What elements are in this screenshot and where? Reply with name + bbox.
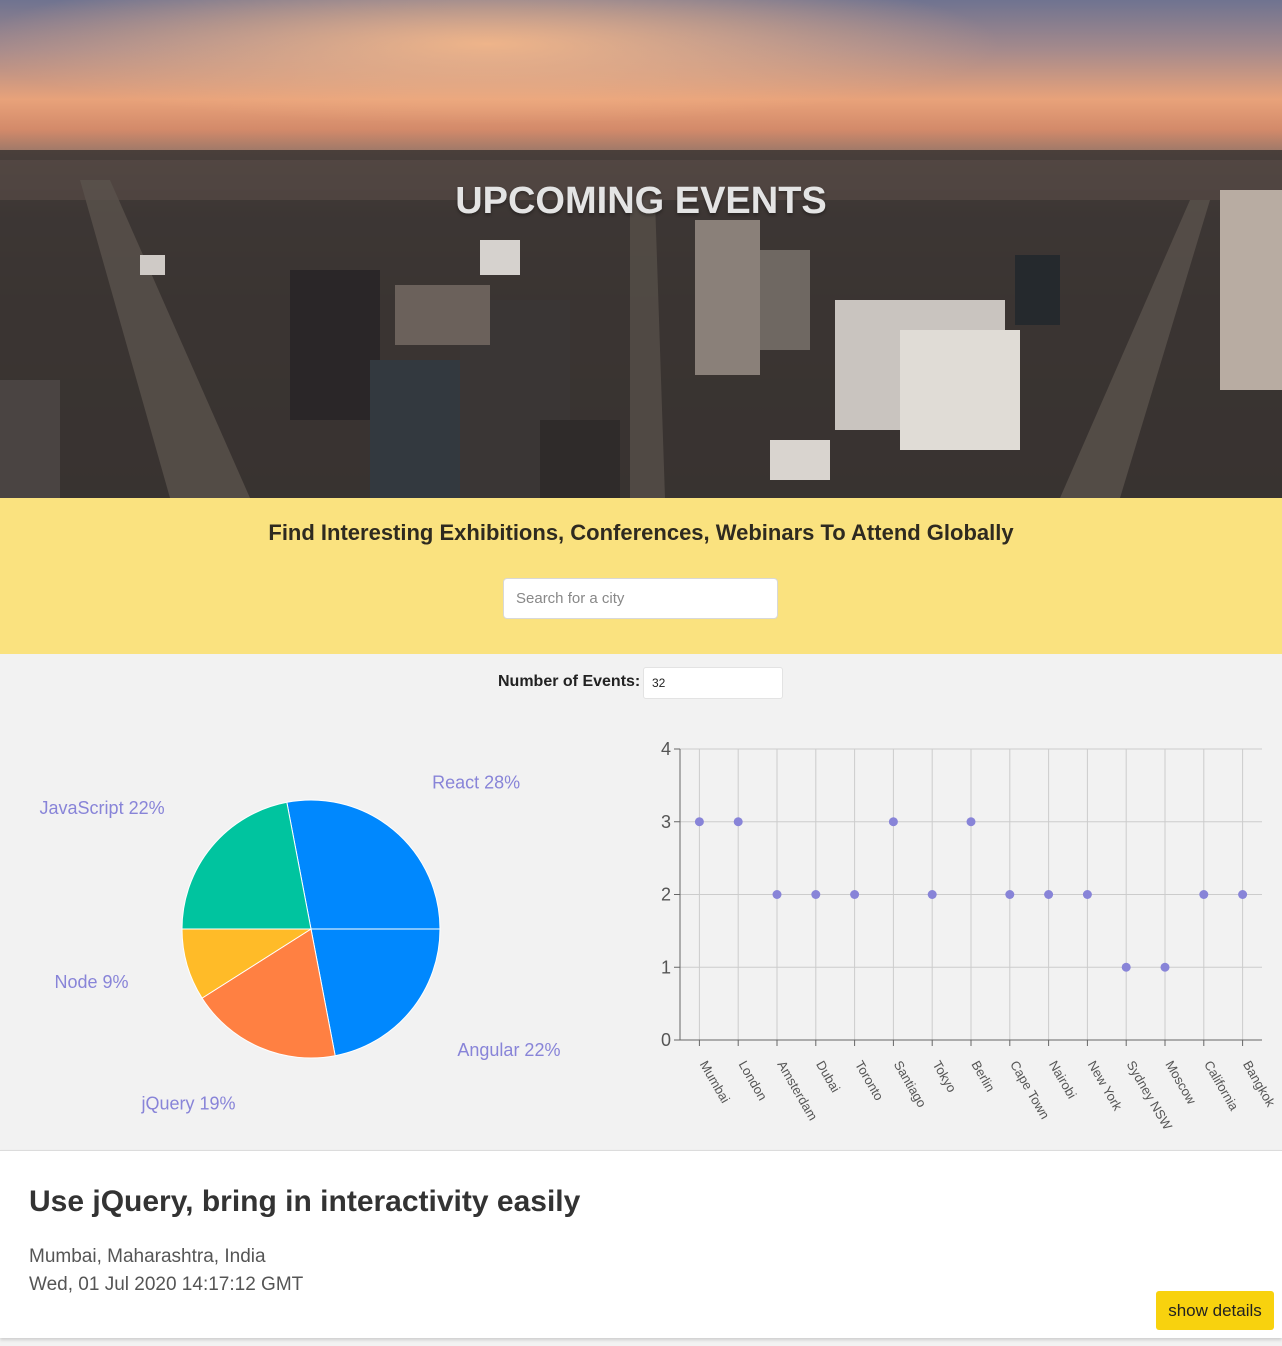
tick-label-x: New York (1085, 1058, 1126, 1113)
scatter-point-mumbai[interactable] (694, 817, 704, 827)
scatter-point-london[interactable] (733, 817, 743, 827)
scatter-point-moscow[interactable] (1160, 962, 1170, 972)
pie-label-react: React 28% (432, 773, 520, 793)
tagline: Find Interesting Exhibitions, Conference… (268, 520, 1014, 545)
tick-label-x: Toronto (852, 1058, 887, 1103)
topic-pie-chart: React 28% Angular 22% jQuery 19% Node 9% Jav… (40, 773, 561, 1114)
scatter-point-dubai[interactable] (811, 890, 821, 899)
page-title: UPCOMING EVENTS (455, 180, 827, 222)
tick-label-x: Cape Town (1007, 1058, 1052, 1122)
scatter-point-sydney-nsw[interactable] (1121, 962, 1131, 972)
tick-label-x: Mumbai (697, 1058, 733, 1106)
tick-label-y: 3 (661, 812, 671, 832)
tick-label-x: Tokyo (930, 1058, 960, 1095)
scatter-point-toronto[interactable] (850, 890, 860, 899)
pie-slice-react[interactable] (286, 799, 441, 930)
city-search-input[interactable] (503, 578, 778, 619)
pie-label-jquery: jQuery 19% (140, 1093, 235, 1113)
tick-label-y: 1 (661, 957, 671, 977)
hero-banner: UPCOMING EVENTS (0, 0, 1282, 498)
tick-label-x: London (736, 1058, 771, 1103)
tick-label-x: Moscow (1162, 1058, 1199, 1107)
scatter-point-nairobi[interactable] (1044, 890, 1054, 899)
pie-label-javascript: JavaScript 22% (40, 798, 165, 818)
tick-label-x: Amsterdam (774, 1058, 820, 1123)
tick-label-x: California (1201, 1058, 1242, 1114)
scatter-point-amsterdam[interactable] (772, 890, 782, 899)
event-title: Use jQuery, bring in interactivity easil… (29, 1185, 581, 1218)
event-card (0, 1150, 1282, 1338)
scatter-point-tokyo[interactable] (927, 890, 937, 899)
tick-label-x: Berlin (968, 1058, 998, 1094)
scatter-point-new-york[interactable] (1082, 890, 1092, 899)
tick-label-x: Nairobi (1046, 1058, 1080, 1101)
city-events-scatter-chart: 0 1 2 3 4 Mumbai London AmsterdamDubai Toronto Sa… (661, 739, 1279, 1133)
show-details-button[interactable]: show details (1156, 1291, 1274, 1330)
scatter-point-bangkok[interactable] (1238, 890, 1248, 899)
pie-label-angular: Angular 22% (457, 1040, 560, 1060)
city-panorama-image (0, 0, 1282, 498)
tick-label-y: 0 (661, 1030, 671, 1050)
tick-label-x: Santiago (891, 1058, 930, 1110)
tick-label-x: Dubai (813, 1058, 843, 1095)
tick-label-x: Bangkok (1240, 1058, 1279, 1110)
scatter-point-cape-town[interactable] (1005, 890, 1015, 899)
events-count-label: Number of Events: (498, 673, 641, 690)
tick-label-y: 4 (661, 739, 671, 759)
event-date: Wed, 01 Jul 2020 14:17:12 GMT (29, 1274, 304, 1295)
event-location: Mumbai, Maharashtra, India (29, 1246, 266, 1267)
scatter-point-berlin[interactable] (966, 817, 976, 827)
scatter-point-santiago[interactable] (888, 817, 898, 827)
pie-label-node: Node 9% (54, 972, 128, 992)
tick-label-y: 2 (661, 885, 671, 905)
scatter-point-california[interactable] (1199, 890, 1209, 899)
events-count-input[interactable] (643, 667, 783, 699)
